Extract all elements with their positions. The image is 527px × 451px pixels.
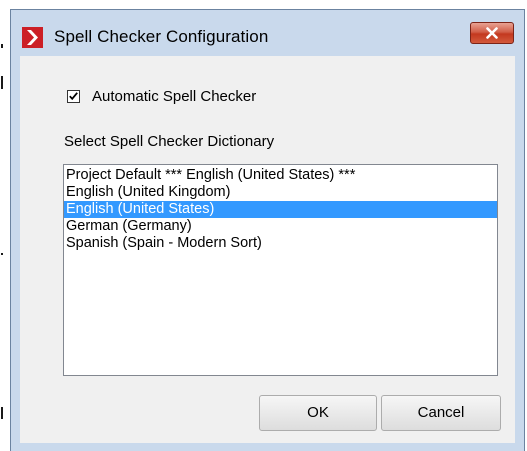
edge-mark <box>1 76 3 89</box>
automatic-spell-checker-label[interactable]: Automatic Spell Checker <box>92 88 256 105</box>
dictionary-label: Select Spell Checker Dictionary <box>64 133 275 150</box>
spell-checker-dialog: Spell Checker Configuration Automatic Sp… <box>10 9 525 451</box>
edge-mark <box>1 44 3 48</box>
edge-mark <box>1 253 3 255</box>
checkmark-icon <box>69 92 78 101</box>
window-title: Spell Checker Configuration <box>54 27 269 46</box>
list-item-english-us[interactable]: English (United States) <box>64 201 497 218</box>
background-edge <box>0 0 10 451</box>
close-button[interactable] <box>470 22 514 44</box>
edge-mark <box>1 407 3 419</box>
dictionary-listbox[interactable]: Project Default *** English (United Stat… <box>63 164 498 376</box>
ok-button[interactable]: OK <box>259 395 377 431</box>
close-icon <box>486 27 498 39</box>
list-item-english-uk[interactable]: English (United Kingdom) <box>64 184 497 201</box>
list-item-spanish[interactable]: Spanish (Spain - Modern Sort) <box>64 235 497 252</box>
list-item-project-default[interactable]: Project Default *** English (United Stat… <box>64 167 497 184</box>
dialog-body: Automatic Spell Checker Select Spell Che… <box>20 56 515 443</box>
app-chevron-icon <box>22 27 43 48</box>
cancel-button[interactable]: Cancel <box>381 395 501 431</box>
title-bar[interactable]: Spell Checker Configuration <box>11 10 524 55</box>
list-item-german[interactable]: German (Germany) <box>64 218 497 235</box>
automatic-spell-checker-checkbox[interactable] <box>67 90 80 103</box>
